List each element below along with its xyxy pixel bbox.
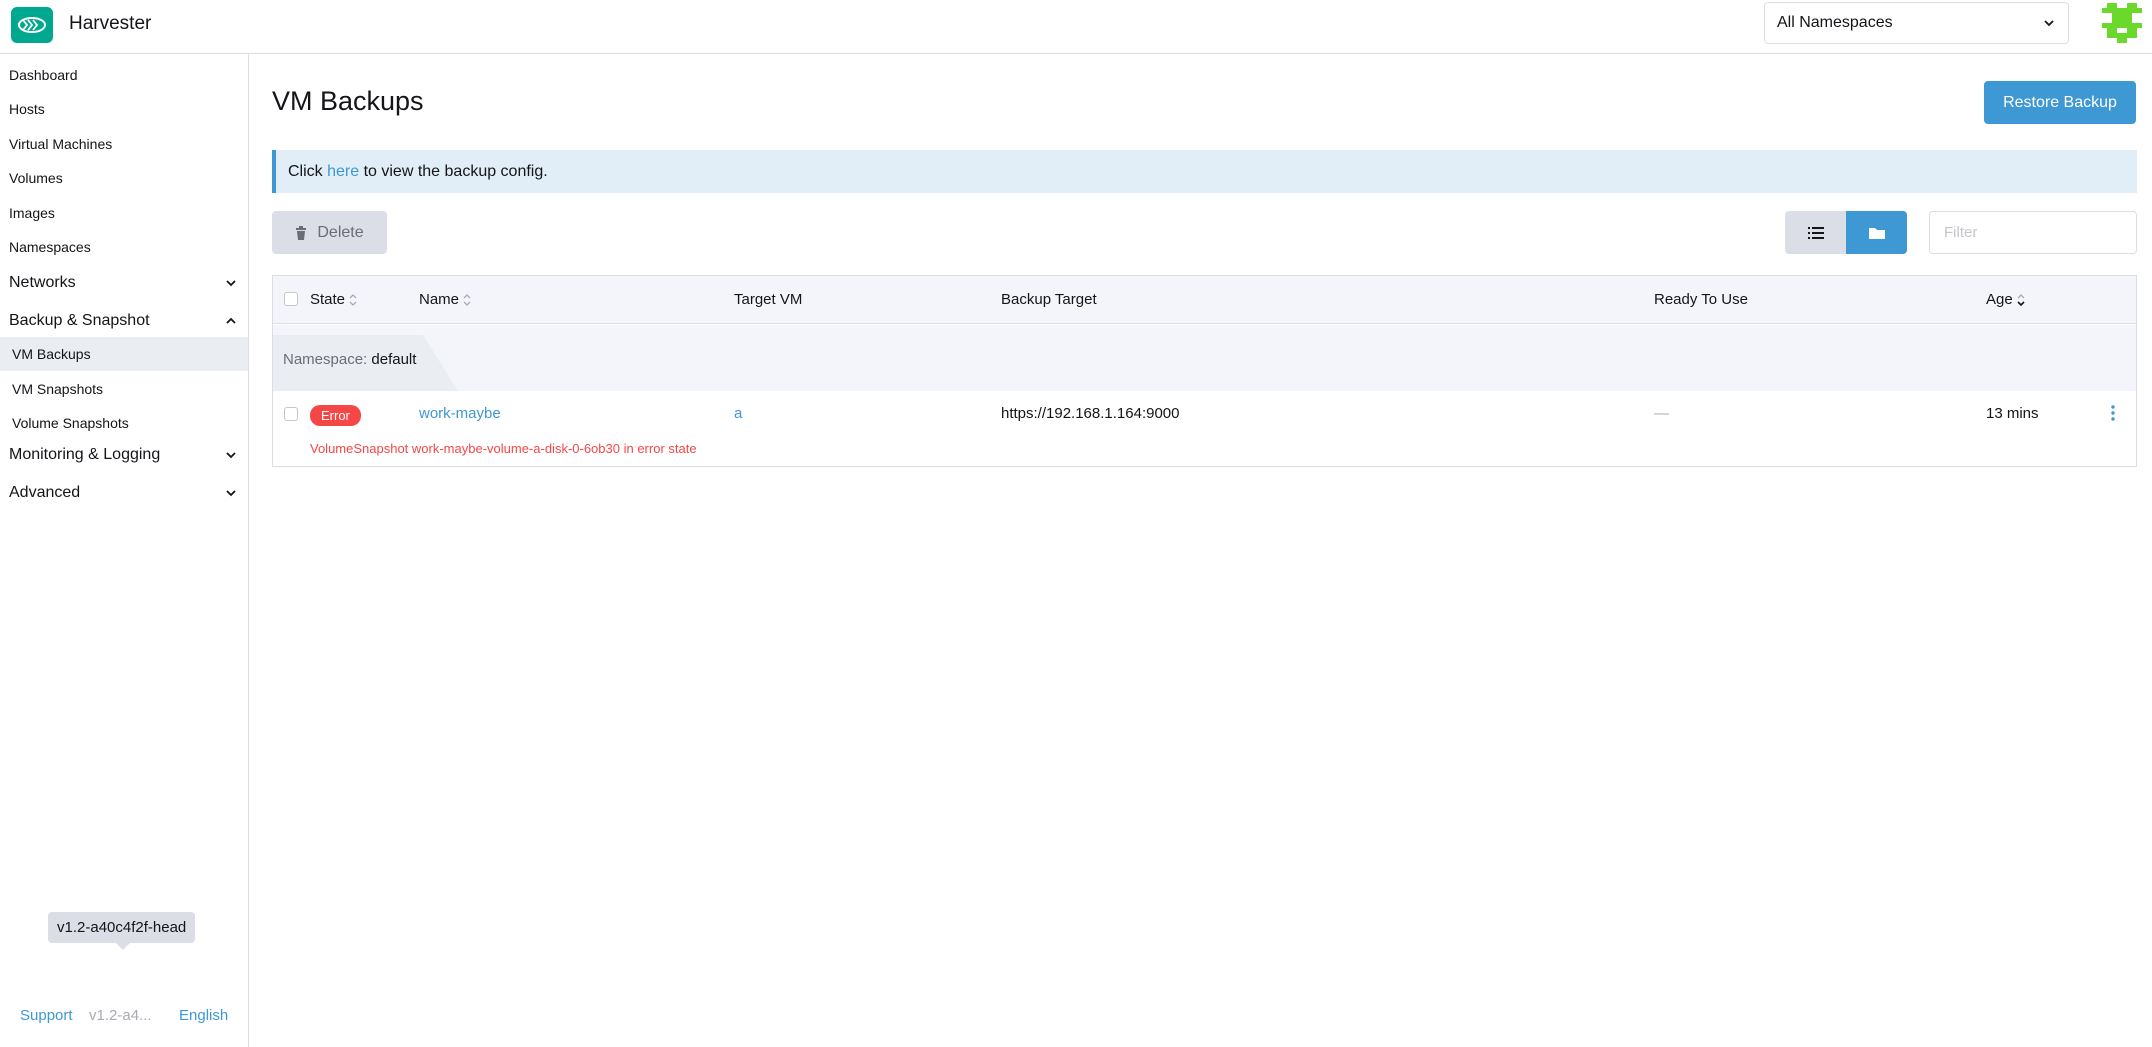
sort-descending-icon: [2017, 293, 2025, 306]
filter-input[interactable]: [1929, 211, 2137, 254]
sidebar-group-networks[interactable]: Networks: [0, 263, 248, 303]
group-by-namespace-button[interactable]: [1846, 211, 1907, 254]
sidebar-item-label: Volumes: [9, 170, 63, 186]
sidebar-group-label: Backup & Snapshot: [9, 312, 150, 329]
sidebar-item-label: VM Snapshots: [12, 381, 104, 397]
sidebar-group-advanced[interactable]: Advanced: [0, 473, 248, 513]
harvester-logo-icon: [18, 17, 46, 33]
row-error-message: VolumeSnapshot work-maybe-volume-a-disk-…: [310, 441, 697, 456]
delete-button-label: Delete: [317, 223, 364, 241]
folder-icon: [1868, 227, 1885, 239]
sidebar-item-label: VM Backups: [12, 346, 91, 362]
app-title: Harvester: [69, 13, 152, 34]
banner-prefix: Click: [288, 162, 328, 180]
backup-target-value: https://192.168.1.164:9000: [1001, 405, 1180, 422]
trash-icon: [296, 225, 307, 240]
support-link[interactable]: Support: [20, 1007, 73, 1024]
column-header-name[interactable]: Name: [419, 291, 472, 308]
sidebar-group-monitoring-logging[interactable]: Monitoring & Logging: [0, 435, 248, 475]
chevron-down-icon: [226, 280, 236, 287]
info-banner: Click here to view the backup config.: [272, 150, 2137, 193]
sidebar-item-label: Volume Snapshots: [12, 415, 129, 431]
sidebar-item-label: Hosts: [9, 101, 45, 117]
sidebar-group-label: Advanced: [9, 484, 81, 501]
sidebar-item-dashboard[interactable]: Dashboard: [0, 60, 248, 90]
column-label: Age: [1986, 291, 2013, 308]
row-actions-menu-icon[interactable]: [2107, 404, 2119, 422]
chevron-down-icon: [226, 452, 236, 459]
banner-suffix: to view the backup config.: [359, 162, 548, 180]
sidebar-group-label: Monitoring & Logging: [9, 446, 161, 463]
namespace-group-row: Namespace: default: [273, 325, 2136, 391]
ready-to-use-value: —: [1654, 405, 1669, 422]
column-label: Name: [419, 291, 460, 308]
sort-icon: [349, 293, 357, 306]
age-value: 13 mins: [1986, 405, 2039, 422]
sidebar: Dashboard Hosts Virtual Machines Volumes…: [0, 54, 249, 1047]
column-header-age[interactable]: Age: [1986, 291, 2026, 308]
column-label: Backup Target: [1001, 291, 1097, 308]
row-checkbox[interactable]: [284, 407, 298, 421]
select-all-checkbox[interactable]: [284, 292, 298, 306]
delete-button[interactable]: Delete: [272, 211, 387, 254]
namespace-select[interactable]: All Namespaces: [1764, 2, 2069, 44]
table-header: State Name Target VM Backup Target Ready…: [273, 276, 2136, 324]
sidebar-item-volumes[interactable]: Volumes: [0, 163, 248, 193]
sidebar-item-label: Dashboard: [9, 67, 78, 83]
sort-icon: [463, 293, 471, 306]
column-header-state[interactable]: State: [310, 291, 358, 308]
sidebar-item-virtual-machines[interactable]: Virtual Machines: [0, 129, 248, 159]
column-label: Target VM: [734, 291, 803, 308]
view-mode-toggle: [1785, 211, 1907, 254]
harvester-logo[interactable]: [11, 7, 53, 43]
column-header-target-vm: Target VM: [734, 291, 802, 308]
backups-table: State Name Target VM Backup Target Ready…: [272, 275, 2137, 467]
namespace-key: Namespace:: [283, 351, 368, 368]
sidebar-item-images[interactable]: Images: [0, 198, 248, 228]
sidebar-item-vm-snapshots[interactable]: VM Snapshots: [0, 372, 248, 406]
sidebar-group-label: Networks: [9, 274, 76, 291]
chevron-up-icon: [226, 317, 236, 324]
backup-config-link[interactable]: here: [327, 163, 359, 181]
backup-name-link[interactable]: work-maybe: [419, 405, 501, 422]
list-icon: [1807, 226, 1824, 239]
column-header-backup-target: Backup Target: [1001, 291, 1097, 308]
version-tooltip: v1.2-a40c4f2f-head: [48, 912, 196, 950]
column-header-ready-to-use: Ready To Use: [1654, 291, 1748, 308]
language-selector[interactable]: English: [179, 1007, 228, 1024]
top-header: Harvester All Namespaces: [0, 0, 2152, 54]
list-view-button[interactable]: [1785, 211, 1846, 254]
target-vm-link[interactable]: a: [734, 405, 742, 422]
sidebar-item-hosts[interactable]: Hosts: [0, 94, 248, 124]
user-avatar[interactable]: [2102, 3, 2142, 43]
column-label: Ready To Use: [1654, 291, 1748, 308]
sidebar-item-label: Virtual Machines: [9, 136, 113, 152]
namespace-group-label: Namespace: default: [283, 351, 416, 368]
column-label: State: [310, 291, 346, 308]
status-badge: Error: [310, 405, 361, 426]
namespace-select-value: All Namespaces: [1777, 14, 1893, 31]
restore-backup-button[interactable]: Restore Backup: [1984, 81, 2136, 124]
sidebar-item-vm-backups[interactable]: VM Backups: [0, 337, 248, 371]
namespace-value: default: [371, 351, 417, 368]
sidebar-group-backup-snapshot[interactable]: Backup & Snapshot: [0, 301, 248, 341]
sidebar-item-label: Images: [9, 205, 55, 221]
version-label[interactable]: v1.2-a4...: [89, 1007, 152, 1024]
sidebar-item-label: Namespaces: [9, 239, 91, 255]
sidebar-item-namespaces[interactable]: Namespaces: [0, 232, 248, 262]
chevron-down-icon: [226, 490, 236, 497]
page-title: VM Backups: [272, 86, 424, 116]
chevron-down-icon: [2044, 20, 2054, 27]
